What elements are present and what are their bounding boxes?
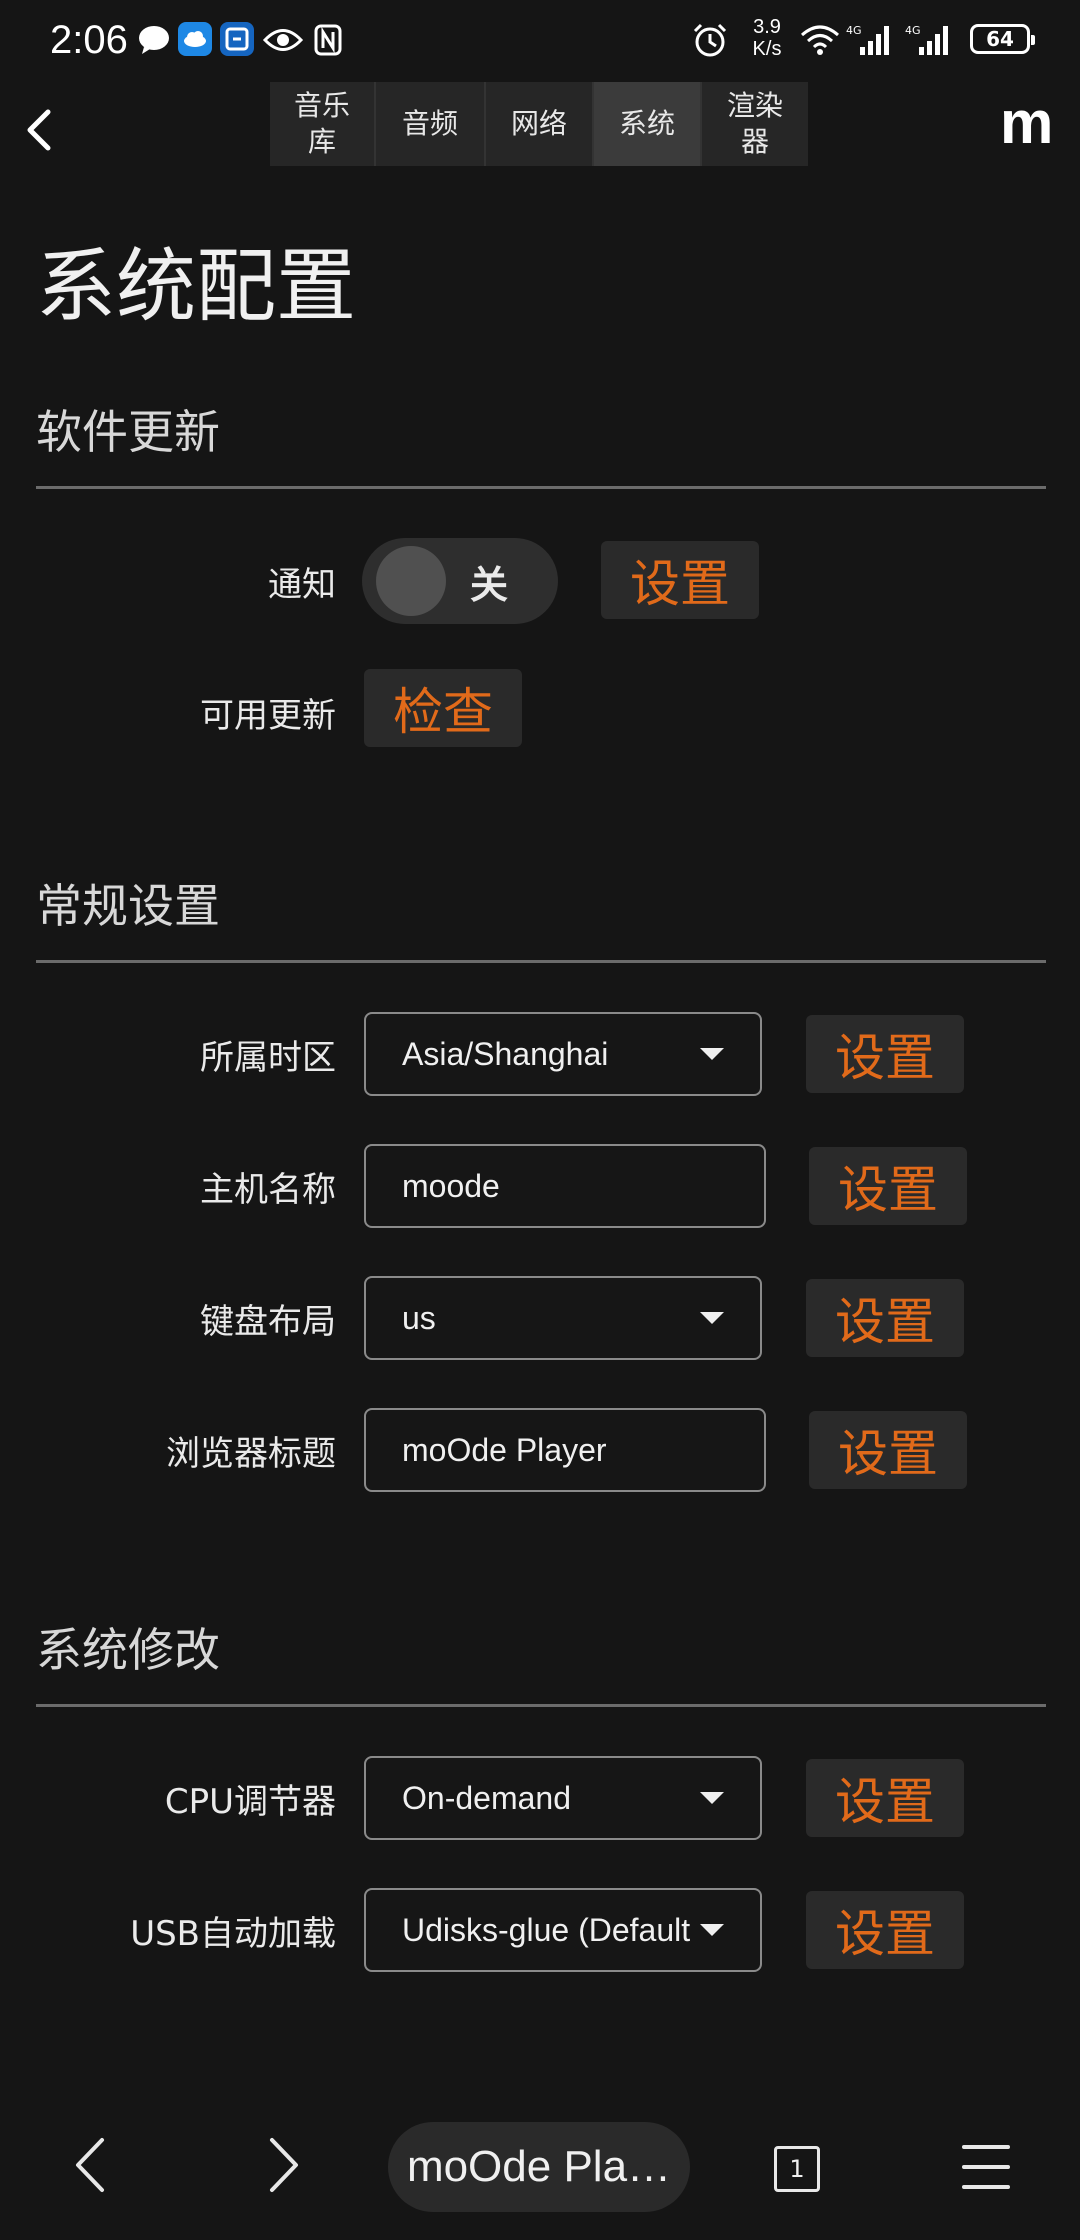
address-bar[interactable]: moOde Pla… <box>388 2122 690 2212</box>
alarm-icon <box>690 22 730 58</box>
toggle-knob <box>376 546 446 616</box>
tab-network[interactable]: 网络 <box>486 82 594 166</box>
hostname-set-button[interactable]: 设置 <box>809 1147 967 1225</box>
usb-automount-select[interactable]: Udisks-glue (Default) <box>364 1888 762 1972</box>
hostname-label: 主机名称 <box>200 1169 336 1210</box>
moode-logo[interactable]: m <box>1000 88 1053 157</box>
keyboard-select[interactable]: us <box>364 1276 762 1360</box>
section-divider <box>36 1704 1046 1707</box>
dropdown-caret-icon <box>700 1792 724 1804</box>
usb-automount-label: USB自动加载 <box>130 1913 336 1954</box>
signal-4g-icon: 4G <box>846 22 896 58</box>
browser-title-set-button[interactable]: 设置 <box>809 1411 967 1489</box>
page-title: 系统配置 <box>36 240 356 333</box>
cloud-app-icon <box>178 22 212 56</box>
tab-renderer[interactable]: 渲染器 <box>702 82 808 166</box>
chevron-left-icon <box>76 2138 104 2192</box>
chevron-right-icon <box>270 2138 298 2192</box>
notify-set-button[interactable]: 设置 <box>601 541 759 619</box>
notify-label: 通知 <box>268 564 336 605</box>
keyboard-label: 键盘布局 <box>200 1301 336 1342</box>
dropdown-caret-icon <box>700 1924 724 1936</box>
svg-text:4G: 4G <box>846 24 862 37</box>
back-button[interactable] <box>14 100 64 160</box>
tab-bar: 音乐库 音频 网络 系统 渲染器 <box>270 82 808 166</box>
signal-4g-icon: 4G <box>905 22 955 58</box>
tab-system[interactable]: 系统 <box>594 82 702 166</box>
cpu-governor-label: CPU调节器 <box>164 1781 336 1822</box>
cpu-governor-set-button[interactable]: 设置 <box>806 1759 964 1837</box>
section-title-system-mods: 系统修改 <box>36 1623 220 1677</box>
hostname-input[interactable]: moode <box>364 1144 766 1228</box>
network-speed: 3.9 K/s <box>752 16 782 60</box>
dropdown-caret-icon <box>700 1312 724 1324</box>
svg-text:4G: 4G <box>905 24 921 37</box>
browser-forward-button[interactable] <box>254 2130 314 2200</box>
eye-icon <box>262 22 304 58</box>
nfc-icon <box>312 22 344 58</box>
timezone-set-button[interactable]: 设置 <box>806 1015 964 1093</box>
browser-back-button[interactable] <box>60 2130 120 2200</box>
status-time: 2:06 <box>50 18 128 62</box>
notify-toggle[interactable]: 关 <box>362 538 558 624</box>
toggle-state: 关 <box>470 562 509 607</box>
keyboard-set-button[interactable]: 设置 <box>806 1279 964 1357</box>
tab-count: 1 <box>789 2155 805 2183</box>
cpu-governor-select[interactable]: On-demand <box>364 1756 762 1840</box>
browser-title-input[interactable]: moOde Player <box>364 1408 766 1492</box>
chevron-left-icon <box>27 109 51 151</box>
battery-icon: 64 <box>970 24 1035 54</box>
usb-automount-set-button[interactable]: 设置 <box>806 1891 964 1969</box>
wifi-icon <box>798 22 842 58</box>
tab-switcher-button[interactable]: 1 <box>774 2146 820 2192</box>
browser-app-icon <box>220 22 254 56</box>
battery-level: 64 <box>986 27 1014 51</box>
available-update-label: 可用更新 <box>200 695 336 736</box>
section-divider <box>36 960 1046 963</box>
timezone-label: 所属时区 <box>200 1037 336 1078</box>
section-title-general: 常规设置 <box>36 879 220 933</box>
dropdown-caret-icon <box>700 1048 724 1060</box>
hamburger-menu-icon <box>962 2145 1010 2189</box>
tab-library[interactable]: 音乐库 <box>270 82 376 166</box>
browser-title-label: 浏览器标题 <box>166 1433 336 1474</box>
menu-button[interactable] <box>962 2142 1010 2192</box>
check-update-button[interactable]: 检查 <box>364 669 522 747</box>
chat-bubble-icon <box>137 22 171 58</box>
tab-audio[interactable]: 音频 <box>376 82 486 166</box>
section-title-software-update: 软件更新 <box>36 405 220 459</box>
section-divider <box>36 486 1046 489</box>
timezone-select[interactable]: Asia/Shanghai <box>364 1012 762 1096</box>
